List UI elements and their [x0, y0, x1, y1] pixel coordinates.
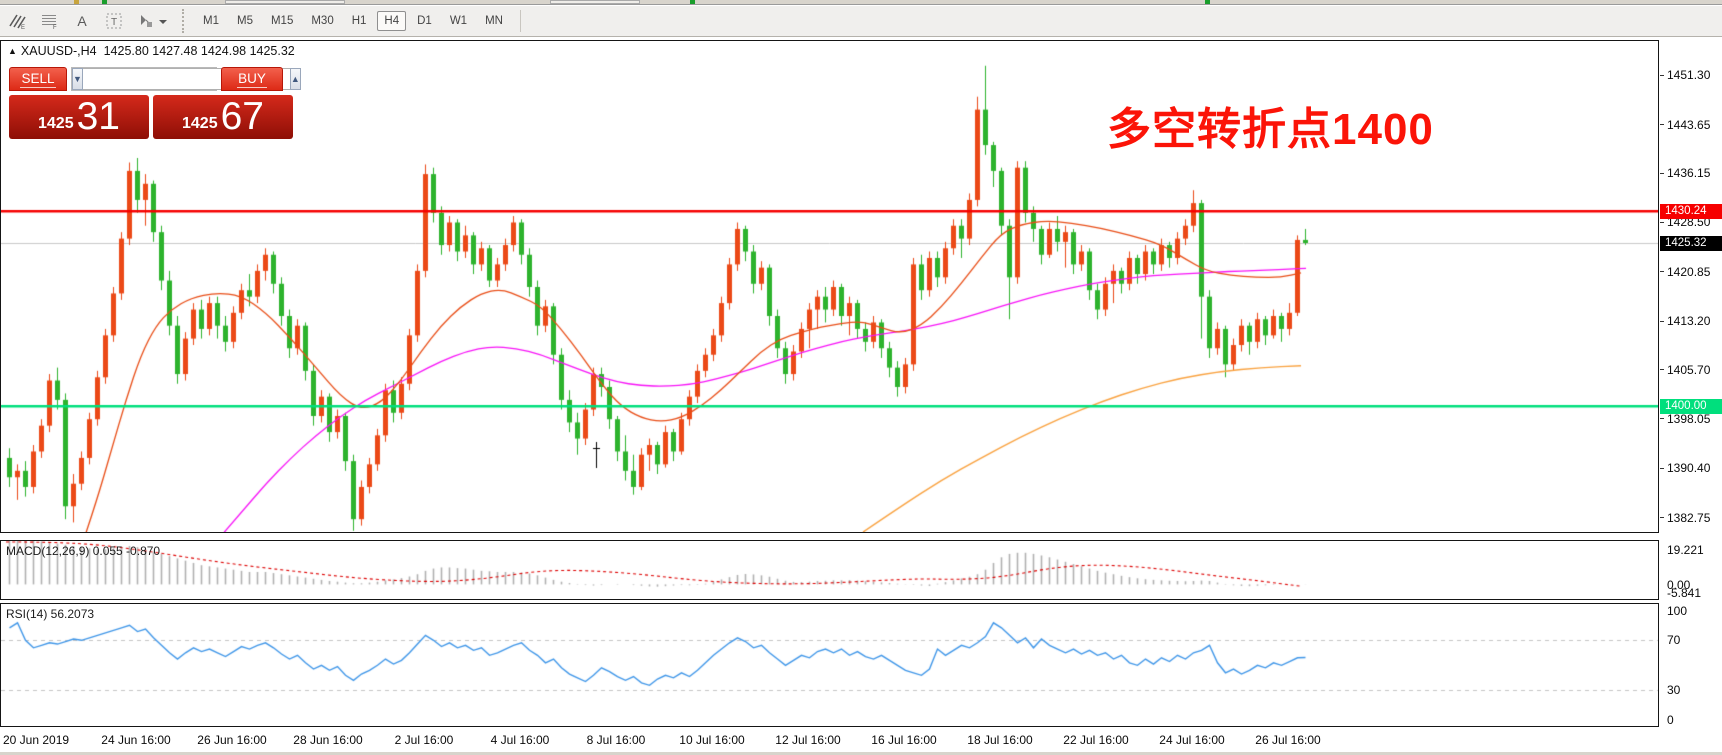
price-axis-tickmark	[1660, 321, 1664, 322]
macd-indicator-panel: MACD(12,26,9) 0.055 -0.870	[0, 540, 1659, 600]
indicators-list-icon[interactable]: E	[4, 9, 32, 33]
price-axis-tickmark	[1660, 418, 1664, 419]
rsi-indicator-panel: RSI(14) 56.2073	[0, 603, 1659, 727]
sell-button[interactable]: SELL	[9, 67, 67, 91]
time-axis-label: 2 Jul 16:00	[395, 733, 454, 747]
time-axis-label: 4 Jul 16:00	[491, 733, 550, 747]
svg-text:F: F	[53, 25, 57, 30]
time-axis-label: 24 Jul 16:00	[1159, 733, 1224, 747]
time-axis-label: 26 Jul 16:00	[1255, 733, 1320, 747]
price-axis-label: 1405.70	[1667, 363, 1710, 377]
main-chart-panel: ▲ XAUUSD-,H4 1425.80 1427.48 1424.98 1425…	[0, 40, 1659, 533]
clipped-toolbar-strip	[0, 0, 1722, 5]
toolbar-separator	[520, 10, 521, 32]
text-label-icon[interactable]: T	[100, 9, 128, 33]
toolbar-sliver-fragment	[550, 0, 640, 4]
timeframe-button-m15[interactable]: M15	[264, 11, 300, 31]
price-axis-tickmark	[1660, 517, 1664, 518]
price-axis-tickmark	[1660, 124, 1664, 125]
price-axis-label: 1436.15	[1667, 166, 1710, 180]
toolbar-sliver-fragment	[1205, 0, 1210, 4]
svg-text:T: T	[111, 17, 117, 28]
chevron-up-icon: ▲	[291, 74, 300, 84]
rsi-axis-label: 70	[1667, 633, 1680, 647]
macd-canvas[interactable]	[1, 541, 1658, 599]
time-axis-label: 12 Jul 16:00	[775, 733, 840, 747]
price-axis-label: 1390.40	[1667, 461, 1710, 475]
time-axis-label: 26 Jun 16:00	[197, 733, 266, 747]
rsi-axis-label: 100	[1667, 604, 1687, 618]
price-axis[interactable]: 1451.301443.651436.151428.501420.851413.…	[1660, 40, 1722, 727]
macd-axis-label: -5.841	[1667, 586, 1701, 600]
rsi-canvas[interactable]	[1, 604, 1658, 726]
time-axis-label: 18 Jul 16:00	[967, 733, 1032, 747]
rsi-label: RSI(14) 56.2073	[6, 607, 94, 621]
current-price-badge: 1425.32	[1660, 236, 1722, 251]
chart-ohlc-header: ▲ XAUUSD-,H4 1425.80 1427.48 1424.98 1425…	[8, 44, 295, 58]
sell-price-display[interactable]: 1425 31	[9, 95, 149, 139]
sell-price-big: 31	[77, 98, 120, 136]
toolbar-sliver-fragment	[102, 0, 107, 4]
timeframe-button-h4[interactable]: H4	[377, 11, 406, 31]
chart-toolbar: E F A T M1M5M15M30H1H4D1W1MN	[0, 6, 1722, 37]
volume-increase-button[interactable]: ▲	[290, 68, 301, 90]
timeframe-button-group: M1M5M15M30H1H4D1W1MN	[194, 11, 512, 31]
volume-stepper: ▼ ▲	[71, 67, 217, 91]
grid-periods-icon[interactable]: F	[36, 9, 64, 33]
buy-button[interactable]: BUY	[221, 67, 283, 91]
price-axis-label: 1443.65	[1667, 118, 1710, 132]
time-axis-label: 28 Jun 16:00	[293, 733, 362, 747]
timeframe-button-mn[interactable]: MN	[478, 11, 510, 31]
time-axis[interactable]: 20 Jun 2019 24 Jun 16:00 26 Jun 16:00 28 Ju…	[0, 728, 1722, 752]
buy-price-small: 1425	[182, 115, 218, 133]
time-axis-label: 8 Jul 16:00	[587, 733, 646, 747]
timeframe-button-m1[interactable]: M1	[196, 11, 226, 31]
buy-price-big: 67	[221, 98, 264, 136]
sell-price-small: 1425	[38, 115, 74, 133]
time-axis-label: 22 Jul 16:00	[1063, 733, 1128, 747]
price-axis-label: 1420.85	[1667, 265, 1710, 279]
macd-axis-label: 19.221	[1667, 543, 1704, 557]
toolbar-separator	[182, 9, 188, 33]
chevron-down-icon: ▼	[73, 74, 82, 84]
time-axis-label: 24 Jun 16:00	[101, 733, 170, 747]
support-price-badge: 1400.00	[1660, 399, 1722, 414]
buy-price-display[interactable]: 1425 67	[153, 95, 293, 139]
resistance-price-badge: 1430.24	[1660, 204, 1722, 219]
timeframe-button-w1[interactable]: W1	[443, 11, 474, 31]
chart-annotation-text: 多空转折点1400	[1107, 93, 1434, 157]
price-axis-label: 1398.05	[1667, 412, 1710, 426]
objects-arrange-icon[interactable]	[132, 9, 172, 33]
volume-decrease-button[interactable]: ▼	[72, 68, 83, 90]
chart-symbol: XAUUSD-,H4	[21, 44, 97, 58]
price-axis-tickmark	[1660, 173, 1664, 174]
price-axis-tickmark	[1660, 369, 1664, 370]
price-axis-label: 1413.20	[1667, 314, 1710, 328]
collapse-arrow-icon[interactable]: ▲	[8, 46, 17, 56]
price-axis-tickmark	[1660, 271, 1664, 272]
timeframe-button-h1[interactable]: H1	[345, 11, 374, 31]
one-click-trading-panel: SELL ▼ ▲ BUY 1425 31 1425 67	[9, 63, 295, 173]
price-axis-label: 1382.75	[1667, 511, 1710, 525]
macd-label: MACD(12,26,9) 0.055 -0.870	[6, 544, 160, 558]
price-axis-tickmark	[1660, 222, 1664, 223]
toolbar-sliver-fragment	[74, 0, 79, 4]
timeframe-button-d1[interactable]: D1	[410, 11, 439, 31]
toolbar-sliver-fragment	[690, 0, 695, 4]
time-axis-label: 20 Jun 2019	[3, 733, 69, 747]
chart-ohlc-values: 1425.80 1427.48 1424.98 1425.32	[104, 44, 295, 58]
time-axis-label: 16 Jul 16:00	[871, 733, 936, 747]
mt4-window: E F A T M1M5M15M30H1H4D1W1MN ▲ XAUUSD-,H4…	[0, 0, 1722, 755]
time-axis-label: 10 Jul 16:00	[679, 733, 744, 747]
toolbar-sliver-fragment	[225, 0, 345, 4]
timeframe-button-m5[interactable]: M5	[230, 11, 260, 31]
svg-text:E: E	[21, 25, 25, 30]
timeframe-button-m30[interactable]: M30	[304, 11, 340, 31]
price-axis-label: 1451.30	[1667, 68, 1710, 82]
cursor-icon[interactable]: A	[68, 9, 96, 33]
rsi-axis-label: 0	[1667, 713, 1674, 727]
price-axis-tickmark	[1660, 468, 1664, 469]
rsi-axis-label: 30	[1667, 683, 1680, 697]
price-axis-tickmark	[1660, 75, 1664, 76]
